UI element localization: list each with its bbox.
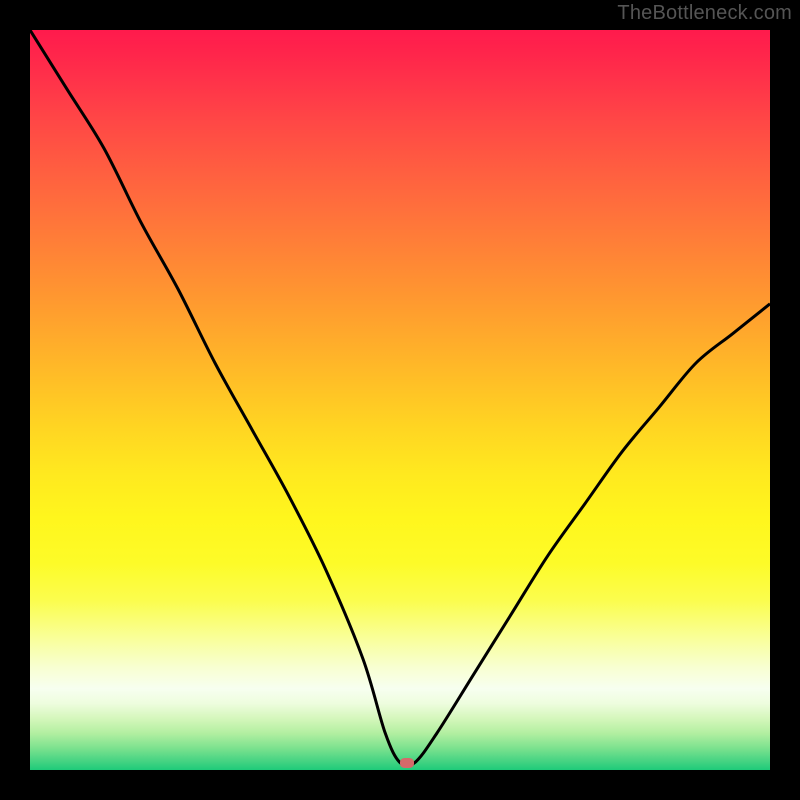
plot-area — [30, 30, 770, 770]
bottleneck-curve — [30, 30, 770, 770]
optimum-marker — [400, 758, 414, 768]
chart-frame: TheBottleneck.com — [0, 0, 800, 800]
watermark-text: TheBottleneck.com — [617, 2, 792, 25]
